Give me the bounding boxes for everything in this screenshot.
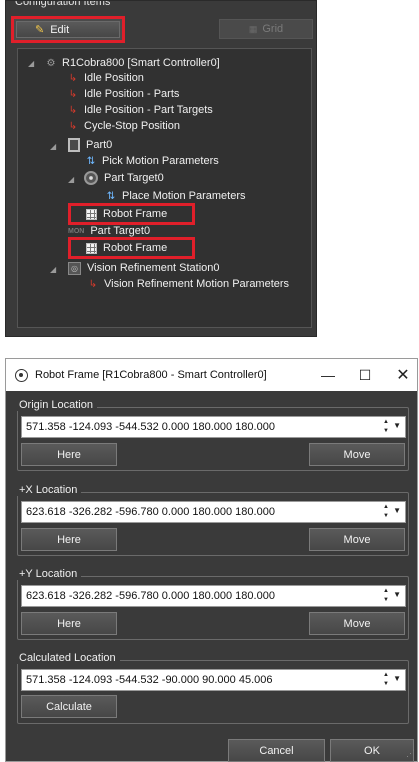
dialog-titlebar[interactable]: Robot Frame [R1Cobra800 - Smart Controll… — [6, 359, 417, 391]
part-icon — [68, 138, 80, 152]
spinner-icon[interactable]: ▲ ▼ — [382, 672, 390, 688]
tree-item-label: Pick Motion Parameters — [102, 155, 219, 167]
position-icon: ↳ — [68, 72, 78, 84]
tree-item-robot-frame-b[interactable]: Robot Frame — [86, 240, 167, 256]
plus-x-location-group: +X Location 623.618 -326.282 -596.780 0.… — [15, 484, 409, 556]
tree-item-label: Idle Position - Parts — [84, 88, 180, 100]
tree-item-robot[interactable]: ⚙ R1Cobra800 [Smart Controller0] — [44, 55, 220, 71]
plus-x-location-label: +X Location — [15, 484, 82, 496]
tree-item-idle-position[interactable]: ↳ Idle Position — [66, 70, 144, 86]
edit-pencil-icon: ✎ — [35, 24, 45, 36]
tree-item-vision-refinement-station[interactable]: ◎ Vision Refinement Station0 — [68, 260, 220, 276]
dropdown-arrow-icon[interactable]: ▼ — [393, 590, 401, 599]
tree-item-label: Idle Position - Part Targets — [84, 104, 213, 116]
configuration-items-panel: Configuration Items ✎ Edit ▦ Grid ◢ ⚙ R1… — [5, 0, 317, 337]
position-icon: ↳ — [68, 104, 78, 116]
origin-location-label: Origin Location — [15, 399, 97, 411]
mon-badge: MON — [68, 227, 85, 235]
tree-item-part-target0[interactable]: Part Target0 — [84, 170, 164, 186]
tree-item-part0[interactable]: Part0 — [68, 137, 112, 153]
robot-frame-icon — [86, 208, 97, 220]
panel-title: Configuration Items — [15, 0, 111, 8]
tree-item-idle-position-part-targets[interactable]: ↳ Idle Position - Part Targets — [66, 102, 213, 118]
tree-item-robot-frame[interactable]: Robot Frame — [86, 206, 167, 222]
dialog-app-icon — [15, 368, 28, 382]
spinner-icon[interactable]: ▲ ▼ — [382, 504, 390, 520]
edit-button[interactable]: ✎ Edit — [11, 16, 125, 43]
tree-item-label: Robot Frame — [103, 242, 168, 254]
grid-icon: ▦ — [248, 23, 258, 34]
grid-button[interactable]: ▦ Grid — [219, 19, 313, 39]
plus-y-location-group: +Y Location 623.618 -326.282 -596.780 0.… — [15, 568, 409, 640]
dropdown-arrow-icon[interactable]: ▼ — [393, 674, 401, 683]
vision-icon: ◎ — [68, 261, 81, 275]
plus-y-location-field[interactable]: 623.618 -326.282 -596.780 0.000 180.000 … — [21, 585, 406, 607]
origin-move-button[interactable]: Move — [309, 443, 405, 466]
tree-item-label: Part Target0 — [90, 225, 151, 237]
plus-y-location-value: 623.618 -326.282 -596.780 0.000 180.000 … — [26, 590, 275, 602]
spinner-icon[interactable]: ▲ ▼ — [382, 588, 390, 604]
robot-frame-icon — [86, 242, 97, 254]
plus-x-here-button[interactable]: Here — [21, 528, 117, 551]
origin-location-field[interactable]: 571.358 -124.093 -544.532 0.000 180.000 … — [21, 416, 406, 438]
dropdown-arrow-icon[interactable]: ▼ — [393, 506, 401, 515]
position-icon: ↳ — [68, 88, 78, 100]
dropdown-arrow-icon[interactable]: ▼ — [393, 421, 401, 430]
position-icon: ↳ — [88, 278, 98, 290]
tree-item-label: Vision Refinement Station0 — [87, 262, 220, 274]
tree-item-idle-position-parts[interactable]: ↳ Idle Position - Parts — [66, 86, 180, 102]
grid-button-label: Grid — [262, 23, 284, 35]
tree-item-label: Cycle-Stop Position — [84, 120, 180, 132]
edit-button-label: Edit — [50, 23, 70, 36]
robot-frame-dialog: Robot Frame [R1Cobra800 - Smart Controll… — [5, 358, 418, 762]
origin-location-group: Origin Location 571.358 -124.093 -544.53… — [15, 399, 409, 471]
plus-y-location-label: +Y Location — [15, 568, 82, 580]
origin-location-value: 571.358 -124.093 -544.532 0.000 180.000 … — [26, 421, 275, 433]
motion-parameters-icon: ⇅ — [86, 155, 96, 167]
part-target-icon — [84, 171, 98, 185]
tree-item-label: Idle Position — [84, 72, 144, 84]
motion-parameters-icon: ⇅ — [106, 190, 116, 202]
plus-x-move-button[interactable]: Move — [309, 528, 405, 551]
tree-item-pick-motion-parameters[interactable]: ⇅ Pick Motion Parameters — [84, 153, 219, 169]
tree-item-label: Part Target0 — [104, 172, 164, 184]
collapse-icon[interactable]: ◢ — [50, 142, 56, 151]
plus-y-move-button[interactable]: Move — [309, 612, 405, 635]
tree-item-label: Place Motion Parameters — [122, 190, 246, 202]
plus-y-here-button[interactable]: Here — [21, 612, 117, 635]
dialog-title: Robot Frame [R1Cobra800 - Smart Controll… — [35, 369, 267, 381]
tree-item-cycle-stop-position[interactable]: ↳ Cycle-Stop Position — [66, 118, 180, 134]
tree-item-label: Part0 — [86, 139, 113, 151]
collapse-icon[interactable]: ◢ — [28, 59, 34, 68]
collapse-icon[interactable]: ◢ — [68, 175, 74, 184]
calculated-location-group: Calculated Location 571.358 -124.093 -54… — [15, 652, 409, 724]
tree-item-place-motion-parameters[interactable]: ⇅ Place Motion Parameters — [104, 188, 246, 204]
plus-x-location-value: 623.618 -326.282 -596.780 0.000 180.000 … — [26, 506, 275, 518]
plus-x-location-field[interactable]: 623.618 -326.282 -596.780 0.000 180.000 … — [21, 501, 406, 523]
tree-item-label: R1Cobra800 [Smart Controller0] — [62, 57, 220, 69]
spinner-icon[interactable]: ▲ ▼ — [382, 419, 390, 435]
resize-grip-icon[interactable]: ⋰ — [406, 748, 415, 759]
calculated-location-field[interactable]: 571.358 -124.093 -544.532 -90.000 90.000… — [21, 669, 406, 691]
ok-button[interactable]: OK — [330, 739, 414, 762]
tree-item-label: Robot Frame — [103, 208, 168, 220]
tree-item-label: Vision Refinement Motion Parameters — [104, 278, 290, 290]
calculate-button[interactable]: Calculate — [21, 695, 117, 718]
origin-here-button[interactable]: Here — [21, 443, 117, 466]
cancel-button[interactable]: Cancel — [228, 739, 325, 762]
collapse-icon[interactable]: ◢ — [50, 265, 56, 274]
config-tree: ◢ ⚙ R1Cobra800 [Smart Controller0] ↳ Idl… — [17, 48, 312, 328]
calculated-location-value: 571.358 -124.093 -544.532 -90.000 90.000… — [26, 674, 273, 686]
tree-item-vision-refinement-motion-parameters[interactable]: ↳ Vision Refinement Motion Parameters — [86, 276, 289, 292]
robot-arm-icon: ⚙ — [46, 57, 56, 69]
calculated-location-label: Calculated Location — [15, 652, 120, 664]
close-icon[interactable]: ✕ — [381, 359, 419, 391]
position-icon: ↳ — [68, 120, 78, 132]
